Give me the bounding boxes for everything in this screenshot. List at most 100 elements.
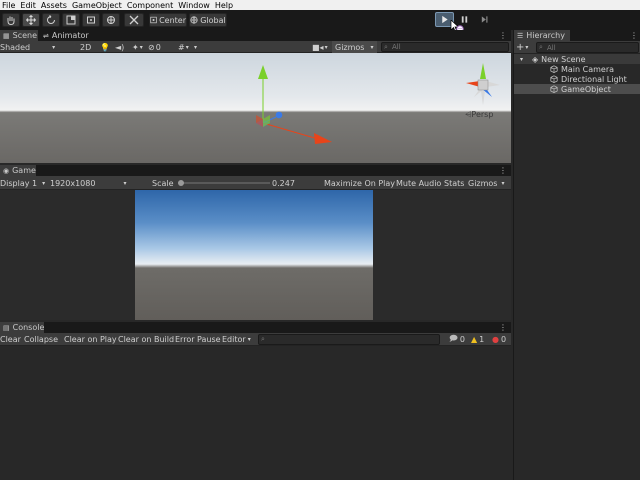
info-filter-toggle[interactable]: 🗩 0	[449, 333, 465, 346]
shading-mode-dropdown[interactable]: Shaded ▾	[0, 41, 55, 53]
game-viewport	[0, 190, 511, 320]
search-icon: ⌕	[539, 43, 543, 51]
orientation-gizmo[interactable]	[458, 61, 508, 107]
chevron-down-icon: ▾	[52, 43, 56, 51]
console-kebab-menu-icon[interactable]: ⋮	[499, 322, 507, 333]
hierarchy-scene-row[interactable]: ▾ ◈ New Scene	[514, 54, 640, 64]
pivot-label: Center	[159, 15, 186, 25]
console-search-input[interactable]: ⌕	[258, 334, 440, 345]
clear-on-build-label: Clear on Build	[118, 335, 175, 344]
hierarchy-toolbar: + ▾ ⌕ All	[514, 41, 640, 54]
console-tabbar: ▤ Console ⋮	[0, 322, 511, 333]
snap-dropdown[interactable]: ▾	[194, 41, 197, 53]
menu-component[interactable]: Component	[125, 1, 176, 10]
game-kebab-menu-icon[interactable]: ⋮	[499, 165, 507, 176]
tab-console[interactable]: ▤ Console	[0, 322, 44, 333]
tab-hierarchy[interactable]: ☰ Hierarchy	[514, 30, 570, 41]
error-filter-toggle[interactable]: ● 0	[492, 333, 506, 346]
maximize-on-play-toggle[interactable]: Maximize On Play	[324, 176, 395, 190]
rotate-tool-button[interactable]	[42, 13, 60, 27]
chevron-down-icon: ▾	[194, 43, 198, 51]
hierarchy-item-directional-light[interactable]: Directional Light	[514, 74, 640, 84]
gameobject-cube-icon	[550, 85, 558, 93]
audio-toggle[interactable]: ◄)	[115, 41, 124, 53]
stats-toggle[interactable]: Stats	[444, 176, 464, 190]
pivot-mode-toggle[interactable]: Center	[149, 13, 187, 27]
warning-icon: ▲	[471, 335, 478, 344]
persp-text: Persp	[471, 110, 494, 119]
item-label: Main Camera	[561, 64, 615, 74]
hand-tool-button[interactable]	[2, 13, 20, 27]
collapse-toggle[interactable]: Collapse	[24, 333, 58, 346]
game-gizmos-label: Gizmos	[468, 178, 498, 188]
menu-file[interactable]: File	[0, 1, 18, 10]
scale-label: Scale	[152, 176, 174, 190]
mute-audio-toggle[interactable]: Mute Audio	[396, 176, 441, 190]
warning-filter-toggle[interactable]: ▲ 1	[471, 333, 484, 346]
animator-tab-icon: ⇌	[43, 31, 49, 40]
lighting-toggle[interactable]: 💡	[100, 41, 110, 53]
clear-on-build-toggle[interactable]: Clear on Build	[118, 333, 174, 346]
console-toolbar: Clear Collapse Clear on Play Clear on Bu…	[0, 333, 511, 346]
grid-icon: #	[178, 42, 185, 52]
gizmos-dropdown[interactable]: Gizmos ▾	[332, 41, 377, 53]
tab-game[interactable]: ◉ Game	[0, 165, 36, 176]
error-pause-toggle[interactable]: Error Pause	[175, 333, 221, 346]
step-button[interactable]	[475, 12, 494, 27]
hierarchy-search-input[interactable]: ⌕ All	[536, 42, 639, 53]
display-dropdown[interactable]: Display 1 ▾	[0, 176, 45, 190]
custom-tool-button[interactable]	[124, 13, 144, 27]
camera-icon: ■◂	[312, 42, 324, 52]
console-icon: ▤	[3, 323, 10, 332]
scene-search-input[interactable]: ⌕ All	[381, 42, 509, 52]
effects-dropdown[interactable]: ✦ ▾	[132, 41, 143, 53]
game-gizmos-dropdown[interactable]: Gizmos ▾	[468, 176, 505, 190]
eye-slash-icon: ⊘	[148, 42, 155, 52]
scale-slider[interactable]	[178, 180, 270, 186]
tab-scene[interactable]: ▦ Scene	[0, 30, 38, 41]
persp-label[interactable]: ⩤Persp	[465, 110, 493, 120]
scale-tool-button[interactable]	[62, 13, 80, 27]
clear-on-play-toggle[interactable]: Clear on Play	[64, 333, 117, 346]
chevron-down-icon: ▾	[185, 43, 189, 51]
chevron-down-icon: ▾	[42, 179, 46, 187]
editor-dropdown[interactable]: Editor ▾	[222, 333, 251, 346]
scene-kebab-menu-icon[interactable]: ⋮	[499, 30, 507, 41]
resolution-dropdown[interactable]: 1920x1080 ▾	[50, 176, 126, 190]
collapse-label: Collapse	[24, 335, 58, 344]
create-dropdown[interactable]: + ▾	[516, 41, 528, 54]
chevron-down-icon: ▾	[123, 179, 127, 187]
scale-slider-thumb[interactable]	[178, 180, 184, 186]
rect-tool-button[interactable]	[82, 13, 100, 27]
tab-animator[interactable]: ⇌ Animator	[40, 30, 96, 41]
hierarchy-item-main-camera[interactable]: Main Camera	[514, 64, 640, 74]
hierarchy-item-gameobject[interactable]: GameObject	[514, 84, 640, 94]
menu-edit[interactable]: Edit	[18, 1, 39, 10]
menu-help[interactable]: Help	[213, 1, 236, 10]
transform-tool-button[interactable]	[102, 13, 120, 27]
scale-slider-track	[178, 182, 270, 184]
transform-gizmo[interactable]	[0, 53, 511, 163]
move-arrows-icon	[26, 15, 36, 25]
2d-toggle[interactable]: 2D	[80, 41, 91, 53]
grid-dropdown[interactable]: # ▾	[178, 41, 189, 53]
plus-icon: +	[516, 42, 525, 53]
hierarchy-kebab-menu-icon[interactable]: ⋮	[630, 30, 638, 41]
clear-button[interactable]: Clear	[0, 333, 21, 346]
chevron-down-icon[interactable]: ▾	[520, 56, 523, 63]
unity-scene-icon: ◈	[532, 54, 539, 64]
chevron-down-icon: ▾	[370, 43, 374, 51]
menu-window[interactable]: Window	[176, 1, 213, 10]
scene-viewport[interactable]: ⩤Persp	[0, 53, 511, 163]
error-pause-label: Error Pause	[175, 335, 221, 344]
move-tool-button[interactable]	[22, 13, 40, 27]
menu-assets[interactable]: Assets	[39, 1, 70, 10]
menu-gameobject[interactable]: GameObject	[70, 1, 125, 10]
hidden-objects-toggle[interactable]: ⊘ 0	[148, 41, 161, 53]
mute-label: Mute Audio	[396, 178, 442, 188]
scene-tab-icon: ▦	[3, 31, 10, 40]
console-log-area[interactable]	[0, 346, 511, 480]
camera-dropdown[interactable]: ■◂ ▾	[312, 41, 328, 53]
pivot-rotation-toggle[interactable]: Global	[189, 13, 227, 27]
scale-value-text: 0.247	[272, 178, 295, 188]
